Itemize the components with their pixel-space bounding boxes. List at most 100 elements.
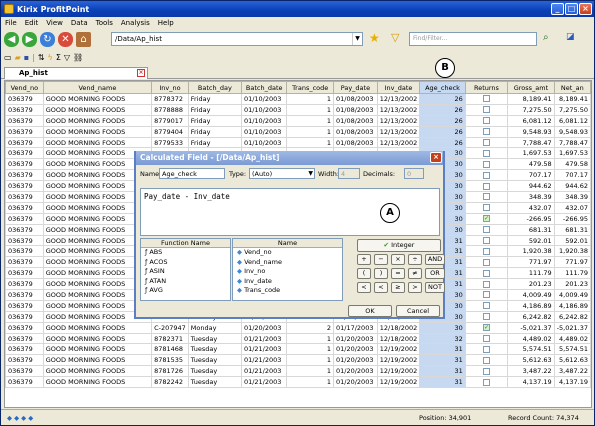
table-cell[interactable]: 201.23: [553, 278, 591, 291]
table-cell[interactable]: 7,788.47: [553, 136, 591, 149]
table-cell[interactable]: 348.39: [507, 191, 555, 203]
search-icon[interactable]: ⌕: [543, 32, 549, 43]
table-cell[interactable]: 036379: [5, 234, 44, 247]
table-cell[interactable]: [464, 93, 509, 105]
table-cell[interactable]: Tuesday: [187, 365, 242, 378]
table-cell[interactable]: ✓: [464, 321, 509, 334]
table-cell[interactable]: 01/21/2003: [240, 343, 288, 356]
table-cell[interactable]: 01/20/2003: [333, 376, 378, 389]
table-cell[interactable]: 1,697.53: [553, 147, 591, 160]
table-cell[interactable]: 707.17: [553, 169, 591, 182]
find-filter-input[interactable]: Find/Filter...: [409, 32, 537, 46]
table-cell[interactable]: 8778372: [151, 93, 189, 105]
table-cell[interactable]: [464, 103, 509, 116]
column-header-pay-date[interactable]: Pay_date: [333, 81, 378, 94]
table-cell[interactable]: 01/10/2003: [240, 125, 288, 138]
table-cell[interactable]: [464, 223, 509, 236]
column-header-vend-no[interactable]: Vend_no: [5, 81, 44, 94]
returns-checkbox[interactable]: [482, 95, 490, 103]
relationship-icon[interactable]: ⛓: [73, 53, 83, 62]
table-cell[interactable]: 9,548.93: [553, 125, 591, 138]
table-cell[interactable]: 479.58: [507, 158, 555, 171]
table-cell[interactable]: 036379: [5, 278, 44, 291]
table-cell[interactable]: 592.01: [507, 234, 555, 247]
table-cell[interactable]: Friday: [187, 125, 242, 138]
table-cell[interactable]: 6,242.82: [553, 310, 591, 323]
table-cell[interactable]: 432.07: [507, 201, 555, 214]
table-cell[interactable]: 31: [419, 365, 466, 378]
returns-checkbox[interactable]: [482, 149, 490, 157]
table-cell[interactable]: GOOD MORNING FOODS: [42, 354, 153, 367]
table-cell[interactable]: Friday: [187, 136, 242, 149]
table-cell[interactable]: 01/21/2003: [240, 354, 288, 367]
table-cell[interactable]: GOOD MORNING FOODS: [42, 114, 153, 127]
table-cell[interactable]: [464, 169, 509, 182]
operator-button[interactable]: ≥: [391, 282, 405, 293]
operator-button[interactable]: >: [408, 282, 422, 293]
table-cell[interactable]: 12/19/2002: [376, 343, 421, 356]
field-item[interactable]: ◆ Inv_date: [233, 277, 342, 287]
table-cell[interactable]: 01/08/2003: [333, 114, 378, 127]
table-cell[interactable]: 036379: [5, 212, 44, 225]
table-cell[interactable]: 036379: [5, 93, 44, 105]
table-cell[interactable]: GOOD MORNING FOODS: [42, 136, 153, 149]
returns-checkbox[interactable]: [482, 139, 490, 146]
table-cell[interactable]: C-207947: [151, 321, 189, 334]
table-cell[interactable]: Tuesday: [187, 354, 242, 367]
returns-checkbox[interactable]: ✓: [482, 215, 490, 223]
table-cell[interactable]: 4,186.89: [553, 299, 591, 312]
sum-icon[interactable]: Σ: [56, 53, 61, 62]
field-item[interactable]: ◆ Trans_code: [233, 286, 342, 296]
table-cell[interactable]: 8781535: [151, 354, 189, 367]
table-cell[interactable]: 036379: [5, 332, 44, 345]
table-row[interactable]: 036379 GOOD MORNING FOODS 8781468 Tuesday 01…: [5, 343, 591, 356]
operator-button[interactable]: AND: [425, 254, 445, 265]
column-header-inv-no[interactable]: Inv_no: [151, 81, 189, 94]
menu-help[interactable]: Help: [158, 19, 174, 27]
save-icon[interactable]: ▪: [24, 53, 29, 62]
table-cell[interactable]: GOOD MORNING FOODS: [42, 125, 153, 138]
table-cell[interactable]: ✓: [464, 212, 509, 225]
table-cell[interactable]: 348.39: [553, 191, 591, 203]
table-row[interactable]: 036379 GOOD MORNING FOODS 8782242 Tuesday 01…: [5, 376, 591, 389]
menu-view[interactable]: View: [46, 19, 63, 27]
table-cell[interactable]: Friday: [187, 103, 242, 116]
returns-checkbox[interactable]: [482, 128, 490, 136]
table-cell[interactable]: Tuesday: [187, 343, 242, 356]
menu-analysis[interactable]: Analysis: [121, 19, 150, 27]
table-cell[interactable]: 3,487.22: [507, 365, 555, 378]
table-cell[interactable]: 26: [419, 103, 466, 116]
table-cell[interactable]: Friday: [187, 93, 242, 105]
returns-checkbox[interactable]: [482, 258, 490, 266]
table-cell[interactable]: 5,612.63: [507, 354, 555, 367]
table-cell[interactable]: 12/19/2002: [376, 354, 421, 367]
width-input[interactable]: 4: [338, 168, 360, 179]
menu-edit[interactable]: Edit: [25, 19, 39, 27]
table-cell[interactable]: 01/20/2003: [333, 365, 378, 378]
table-cell[interactable]: GOOD MORNING FOODS: [42, 93, 153, 105]
table-cell[interactable]: 771.97: [553, 256, 591, 269]
field-item[interactable]: ◆ Inv_no: [233, 267, 342, 277]
table-cell[interactable]: 1: [286, 93, 334, 105]
table-cell[interactable]: 01/10/2003: [240, 136, 288, 149]
table-cell[interactable]: Monday: [187, 321, 242, 334]
returns-checkbox[interactable]: [482, 345, 490, 353]
table-cell[interactable]: 036379: [5, 191, 44, 203]
table-cell[interactable]: -5,021.37: [507, 321, 555, 334]
table-cell[interactable]: 7,275.50: [507, 103, 555, 116]
table-cell[interactable]: GOOD MORNING FOODS: [42, 365, 153, 378]
table-cell[interactable]: 12/19/2002: [376, 365, 421, 378]
decimals-input[interactable]: 0: [404, 168, 424, 179]
returns-checkbox[interactable]: [482, 106, 490, 114]
returns-checkbox[interactable]: [482, 193, 490, 201]
returns-checkbox[interactable]: [482, 302, 490, 310]
menu-file[interactable]: File: [5, 19, 17, 27]
table-row[interactable]: 036379 GOOD MORNING FOODS 8782371 Tuesday 01…: [5, 332, 591, 345]
menu-tools[interactable]: Tools: [96, 19, 113, 27]
table-cell[interactable]: 26: [419, 93, 466, 105]
column-header-inv-date[interactable]: Inv_date: [376, 81, 421, 94]
maximize-button[interactable]: □: [565, 3, 578, 15]
table-cell[interactable]: [464, 365, 509, 378]
table-cell[interactable]: [464, 343, 509, 356]
table-cell[interactable]: [464, 201, 509, 214]
